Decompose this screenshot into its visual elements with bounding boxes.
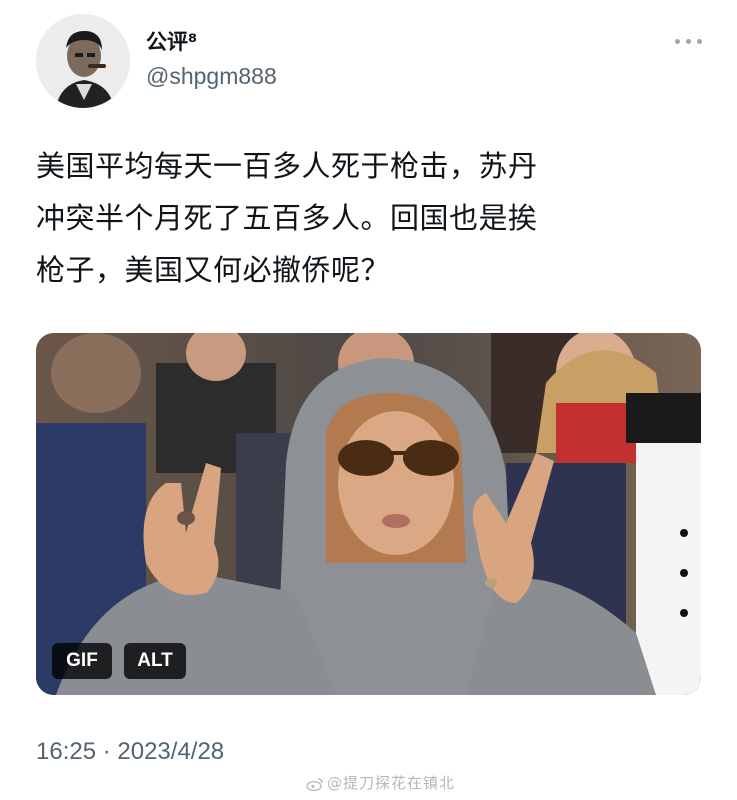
- gif-image: [36, 333, 701, 695]
- alt-text-button[interactable]: ALT: [124, 643, 186, 679]
- more-options-button[interactable]: [672, 26, 706, 56]
- more-icon-dot: [686, 39, 691, 44]
- tweet-text: 美国平均每天一百多人死于枪击，苏丹 冲突半个月死了五百多人。回国也是挨 枪子，美…: [36, 140, 696, 296]
- more-icon-dot: [697, 39, 702, 44]
- tweet-media-gif[interactable]: [36, 333, 701, 695]
- tweet-timestamp[interactable]: 16:25 · 2023/4/28: [36, 738, 224, 766]
- watermark: @提刀探花在镇北: [306, 772, 455, 793]
- tweet-text-line: 枪子，美国又何必撤侨呢？: [36, 253, 391, 287]
- gif-badge: GIF: [52, 643, 112, 679]
- avatar-photo: [36, 14, 130, 108]
- watermark-text: @提刀探花在镇北: [327, 774, 456, 792]
- more-icon: [675, 39, 680, 44]
- author-display-name[interactable]: 公评⁸: [146, 26, 197, 56]
- tweet-text-line: 美国平均每天一百多人死于枪击，苏丹: [36, 149, 538, 183]
- weibo-logo-icon: [306, 777, 323, 791]
- tweet-text-line: 冲突半个月死了五百多人。回国也是挨: [36, 201, 538, 235]
- avatar[interactable]: [36, 14, 130, 108]
- author-handle[interactable]: @shpgm888: [146, 63, 277, 90]
